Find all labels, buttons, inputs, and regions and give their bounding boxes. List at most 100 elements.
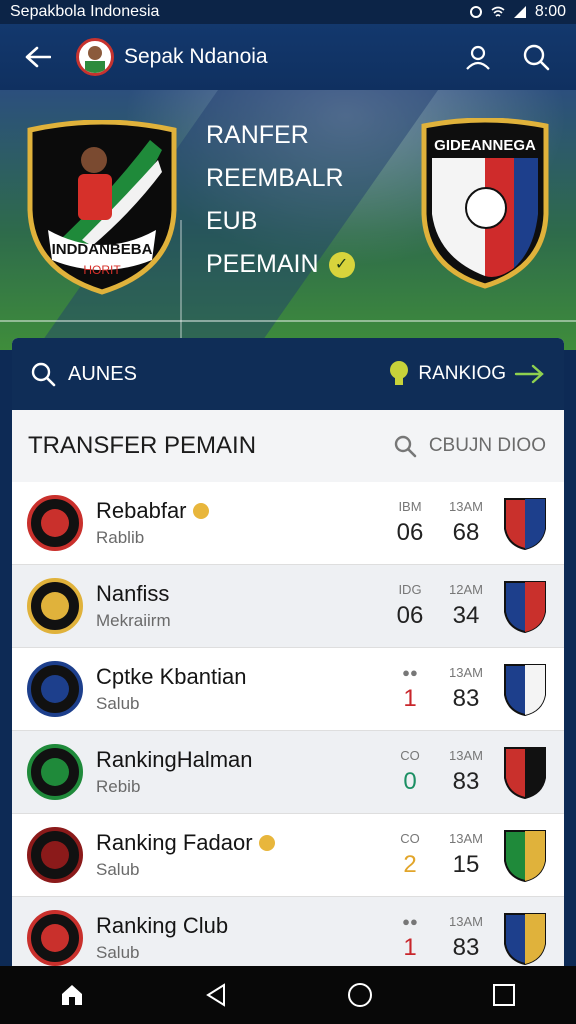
app-logo [76,38,114,76]
stat-1-value: 2 [403,851,417,878]
club-search-label: CBUJN DIOO [428,435,546,456]
search-icon [523,44,550,71]
team-flag [502,827,548,883]
club-subtitle: Salub [96,694,140,713]
circle-home-icon [348,983,372,1007]
club-logo [26,577,84,635]
hero-line-1: RANFER [206,121,309,149]
team-flag [502,661,548,717]
square-recents-icon [493,984,515,1006]
club-name: Nanfiss [96,581,170,606]
stat-2-label: 13AM [449,499,483,514]
nav-back-button[interactable] [186,966,246,1024]
team-crest-right[interactable]: GIDEANNEGA [418,117,552,290]
left-crest-subtext: HORIT [83,263,121,277]
section-title: TRANSFER PEMAIN [28,432,257,459]
club-logo [26,494,84,552]
back-button[interactable] [18,37,58,77]
content-panel: AUNES RANKIOG TRANSFER PEMAIN CBUJN DIOO… [12,338,564,978]
stat-1-value: 06 [396,602,424,629]
back-arrow-icon [25,46,51,68]
stat-2-value: 83 [452,768,480,795]
stat-2-value: 68 [452,519,480,546]
app-bar: Sepak Ndanoia [0,24,576,90]
badge-icon [192,503,209,519]
club-subtitle: Salub [96,860,140,879]
stat-1-label: CO [400,748,420,763]
stat-2-label: 12AM [449,582,483,597]
section-header: TRANSFER PEMAIN CBUJN DIOO [12,410,564,482]
stat-2-value: 34 [452,602,480,629]
ranking-button[interactable]: RANKIOG [388,359,546,389]
stat-2-label: 13AM [449,748,483,763]
home-icon [62,985,82,1005]
team-crest-left[interactable]: INDDANBEBA HORIT [22,119,182,296]
stat-1-value: 06 [396,519,424,546]
search-icon [31,362,56,387]
hero-banner: INDDANBEBA HORIT RANFER REEMBALR EUB PEE… [0,90,576,350]
transfer-row[interactable]: Ranking Fadaor Salub CO 2 13AM 15 [12,814,564,897]
stat-1-label: ●● [402,914,418,929]
hero-line-3: EUB [206,207,258,235]
transfer-row[interactable]: Nanfiss Mekraiirm IDG 06 12AM 34 [12,565,564,648]
club-logo [26,909,84,967]
stat-1-label: IBM [398,499,422,514]
status-time: 8:00 [534,3,566,20]
stat-1-label: ●● [402,665,418,680]
status-bar: Sepakbola Indonesia 8:00 [0,0,576,24]
club-search[interactable]: CBUJN DIOO [393,434,546,458]
check-badge-icon: ✓ [328,252,355,279]
stat-1-label: IDG [398,582,422,597]
stat-2-label: 13AM [449,831,483,846]
app-title: Sepak Ndanoia [124,45,268,68]
stat-1-value: 1 [403,934,417,961]
left-crest-text: INDDANBEBA [52,241,153,258]
stat-2-value: 83 [452,934,480,961]
stat-2-label: 13AM [449,665,483,680]
transfer-row[interactable]: RankingHalman Rebib CO 0 13AM 83 [12,731,564,814]
club-subtitle: Salub [96,943,140,962]
stat-2-label: 13AM [449,914,483,929]
arrow-right-icon [514,364,544,384]
right-crest-text: GIDEANNEGA [434,137,536,154]
club-name: RankingHalman [96,747,253,772]
team-flag [502,910,548,966]
status-left-text: Sepakbola Indonesia [10,3,160,20]
search-icon [394,435,417,458]
tab-all[interactable]: AUNES [68,363,388,386]
transfer-list: Rebabfar Rablib IBM 06 13AM 68 Nanfiss M… [12,482,564,978]
transfer-row[interactable]: Cptke Kbantian Salub ●● 1 13AM 83 [12,648,564,731]
ranking-label: RANKIOG [418,363,506,384]
stat-1-value: 0 [403,768,417,795]
badge-icon [258,835,275,851]
club-subtitle: Rablib [96,528,145,547]
hero-line-4: PEEMAIN [206,250,319,278]
stat-2-value: 83 [452,685,480,712]
back-triangle-icon [206,983,225,1007]
nav-home-circle-button[interactable] [330,966,390,1024]
nav-recents-button[interactable] [474,966,534,1024]
panel-tab-bar: AUNES RANKIOG [12,338,564,410]
search-button[interactable] [514,35,558,79]
stat-1-value: 1 [403,685,417,712]
mute-icon [469,5,483,19]
transfer-row[interactable]: Rebabfar Rablib IBM 06 13AM 68 [12,482,564,565]
nav-home-button[interactable] [42,966,102,1024]
club-name: Ranking Fadaor [96,830,253,855]
lightbulb-icon [390,361,409,385]
signal-icon [513,5,527,19]
club-logo [26,826,84,884]
user-icon [466,45,490,70]
hero-text: RANFER REEMBALR EUB PEEMAIN ✓ [206,114,355,286]
hero-line-2: REEMBALR [206,164,344,192]
club-subtitle: Mekraiirm [96,611,171,630]
stat-2-value: 15 [452,851,480,878]
club-name: Cptke Kbantian [96,664,247,689]
profile-button[interactable] [456,35,500,79]
team-flag [502,744,548,800]
club-name: Rebabfar [96,498,187,523]
club-name: Ranking Club [96,913,229,938]
club-logo [26,743,84,801]
club-logo [26,660,84,718]
team-flag [502,578,548,634]
